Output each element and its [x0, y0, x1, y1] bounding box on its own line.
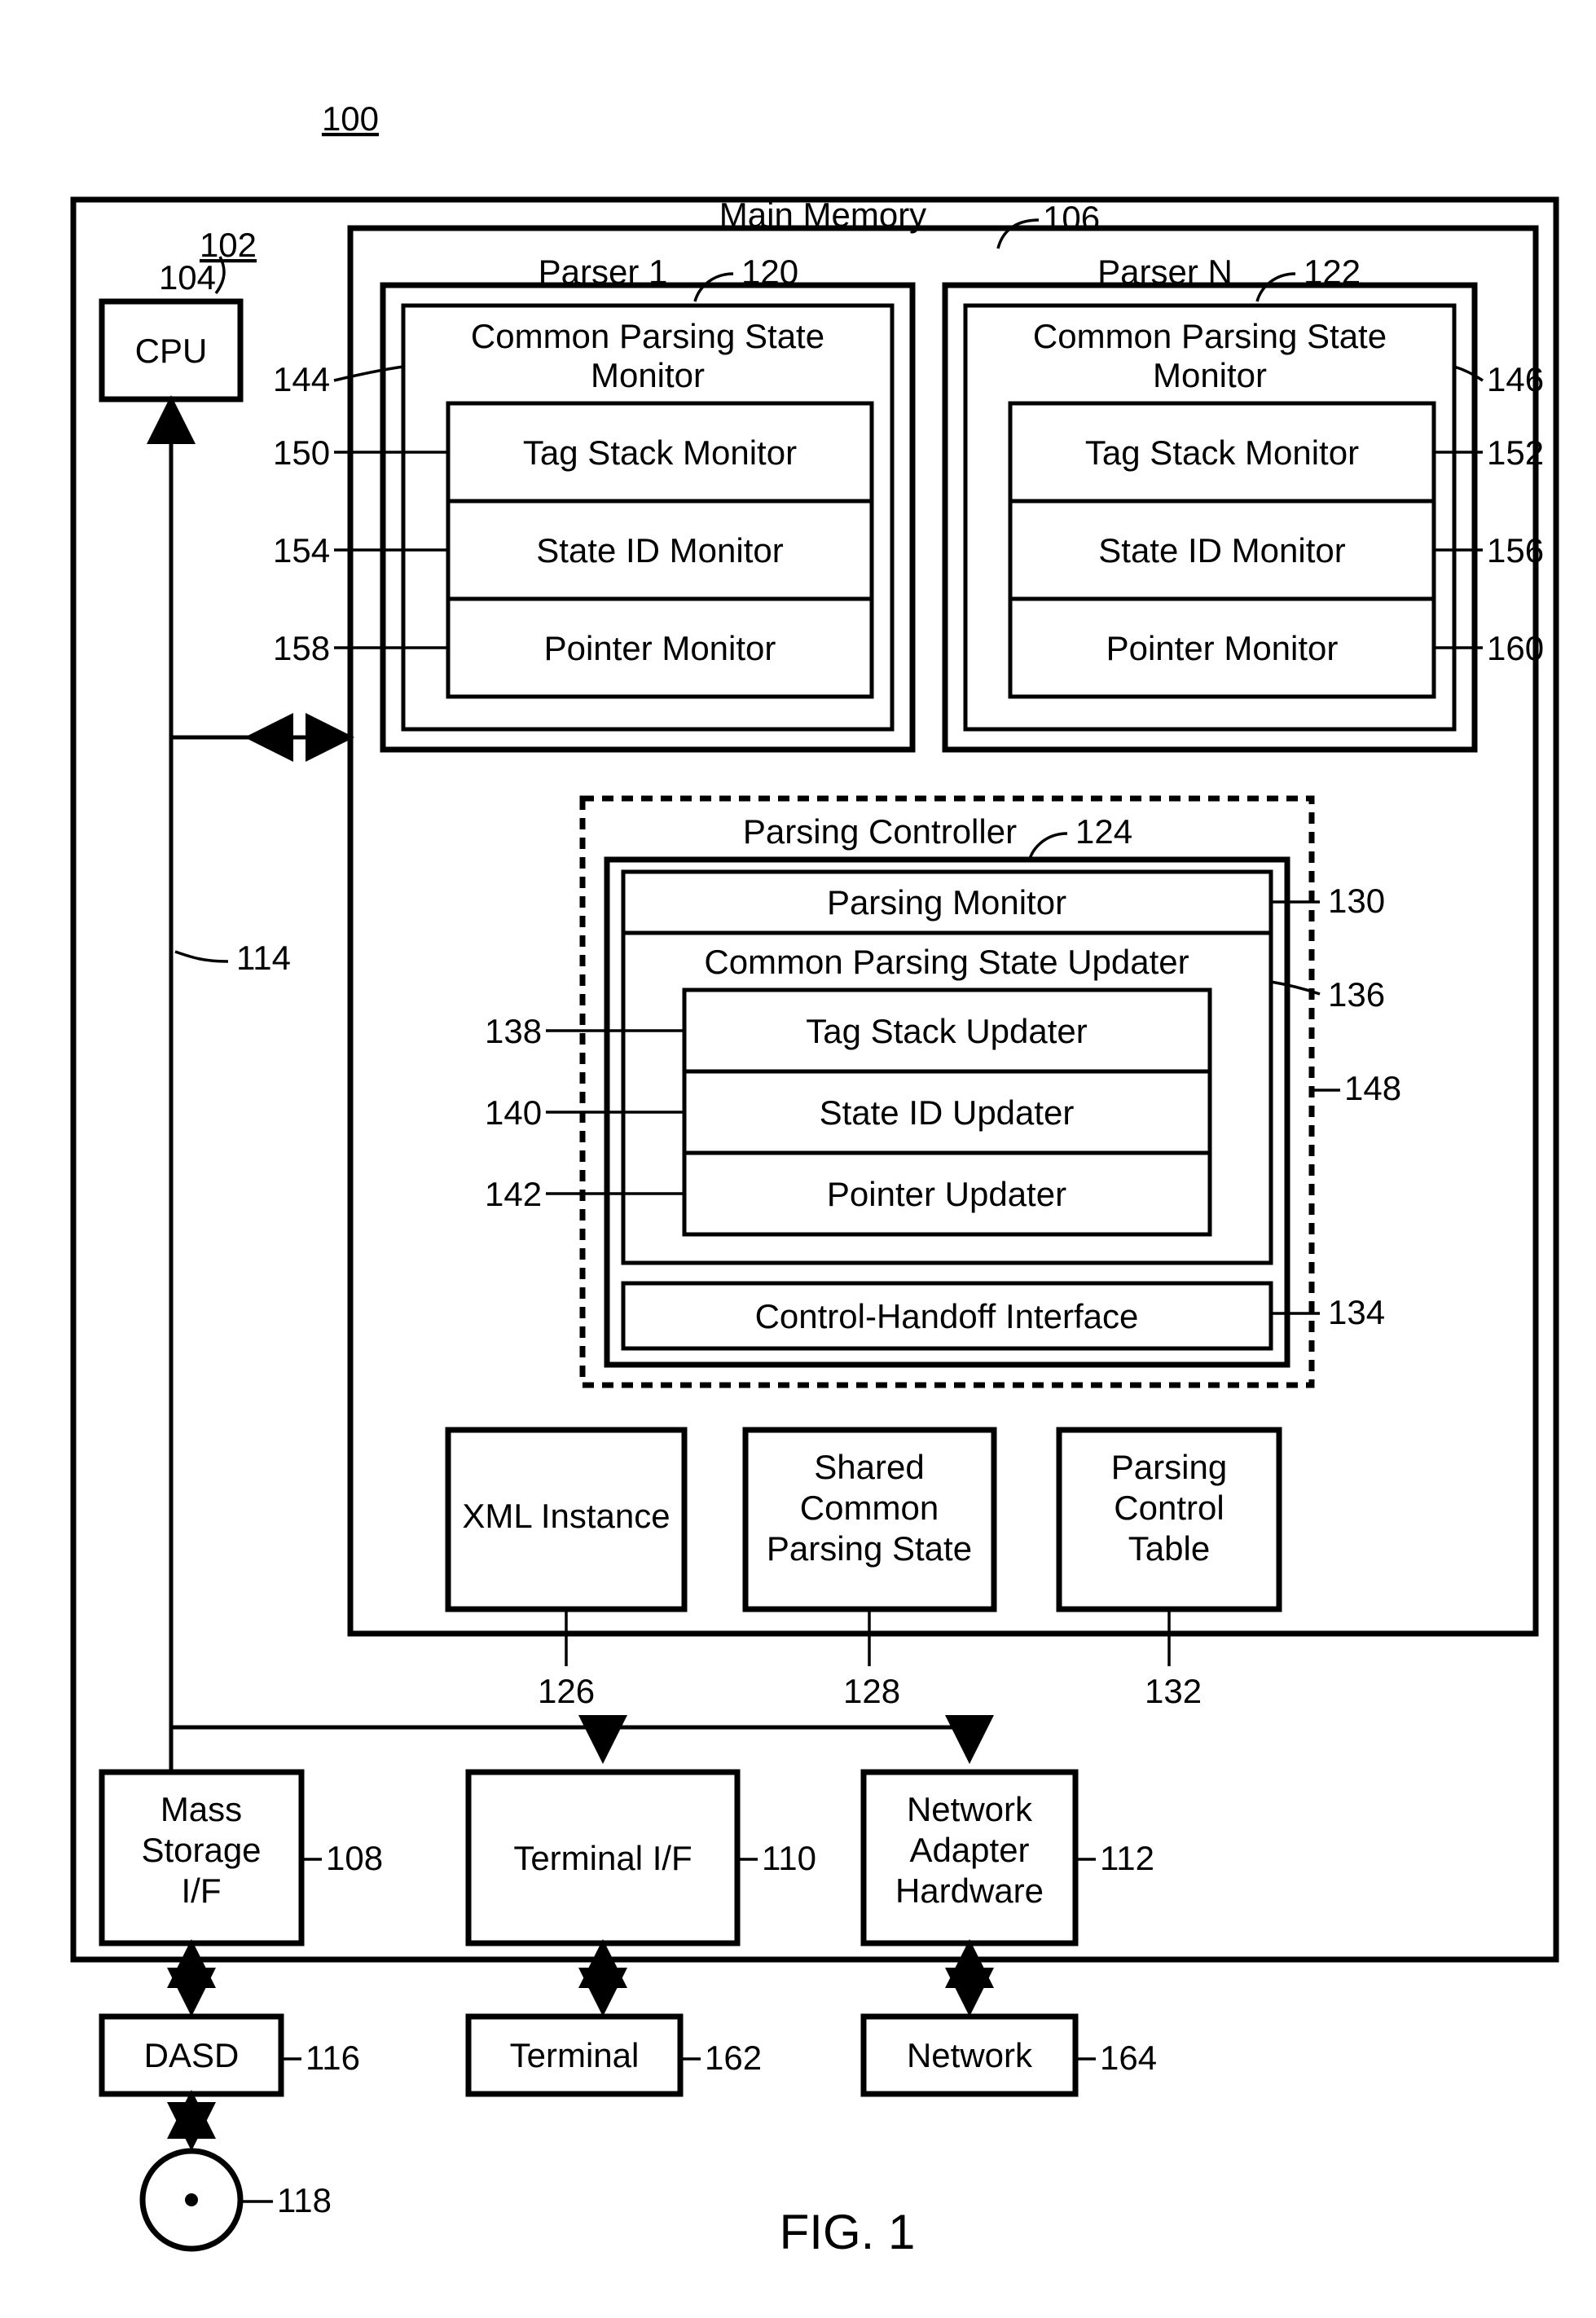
parser1-state-label: State ID Monitor [536, 531, 783, 570]
shared-l2: Common [800, 1489, 939, 1527]
chi-label: Control-Handoff Interface [755, 1297, 1139, 1335]
ptru-ref: 142 [485, 1175, 542, 1213]
terminal-label: Terminal [510, 2036, 640, 2074]
pct-ref: 132 [1145, 1672, 1202, 1710]
parser1-cps-l2: Monitor [591, 356, 705, 394]
mass-l3: I/F [182, 1872, 222, 1910]
p1-cps-ref: 144 [273, 360, 330, 398]
nah-l1: Network [907, 1790, 1033, 1828]
mass-l1: Mass [160, 1790, 242, 1828]
sysbus-ref: 114 [236, 939, 291, 977]
pN-cps-l1: Common Parsing State [1033, 317, 1387, 355]
parser1-tag-label: Tag Stack Monitor [523, 433, 797, 472]
system-ref: 100 [322, 99, 379, 138]
network-ref: 164 [1100, 2039, 1157, 2077]
parserN-ref: 122 [1304, 253, 1361, 291]
parser1-ref: 120 [741, 253, 798, 291]
pN-tag-ref: 152 [1487, 433, 1544, 472]
pm-label: Parsing Monitor [827, 883, 1066, 921]
pN-cps-ref: 146 [1487, 360, 1544, 398]
pN-ptr-ref: 160 [1487, 629, 1544, 667]
terminal-ref: 162 [705, 2039, 762, 2077]
main-memory-ref: 106 [1043, 199, 1100, 237]
xml-label: XML Instance [462, 1497, 670, 1535]
p1-tag-ref: 150 [273, 433, 330, 472]
tagu-label: Tag Stack Updater [806, 1012, 1088, 1050]
mass-ref: 108 [326, 1839, 383, 1877]
main-memory-label: Main Memory [719, 196, 926, 234]
pN-ptr-label: Pointer Monitor [1106, 629, 1339, 667]
cpsu-ref: 136 [1328, 975, 1385, 1014]
pN-state-ref: 156 [1487, 531, 1544, 570]
network-label: Network [907, 2036, 1033, 2074]
pm-ref: 130 [1328, 882, 1385, 920]
cpu-label: CPU [135, 332, 208, 370]
xml-ref: 126 [538, 1672, 595, 1710]
ctrl-ref: 124 [1075, 812, 1132, 851]
shared-l1: Shared [814, 1448, 924, 1486]
disk-ref: 118 [277, 2181, 332, 2219]
figure-title: FIG. 1 [780, 2205, 916, 2259]
parser1-ptr-label: Pointer Monitor [544, 629, 776, 667]
p1-ptr-ref: 158 [273, 629, 330, 667]
pN-cps-l2: Monitor [1153, 356, 1267, 394]
termif-ref: 110 [762, 1839, 816, 1877]
p1-state-ref: 154 [273, 531, 330, 570]
pN-state-label: State ID Monitor [1098, 531, 1345, 570]
pct-l3: Table [1128, 1529, 1210, 1568]
ptru-label: Pointer Updater [827, 1175, 1066, 1213]
cpsu-label: Common Parsing State Updater [704, 943, 1189, 981]
shared-l3: Parsing State [767, 1529, 972, 1568]
parser1-title: Parser 1 [539, 253, 668, 291]
nah-ref: 112 [1100, 1839, 1154, 1877]
pN-tag-label: Tag Stack Monitor [1085, 433, 1359, 472]
mass-l2: Storage [141, 1831, 261, 1869]
pct-l1: Parsing [1111, 1448, 1227, 1486]
ctrl-title: Parsing Controller [743, 812, 1017, 851]
termif-label: Terminal I/F [513, 1839, 692, 1877]
shared-ref: 128 [843, 1672, 900, 1710]
parser1-cps-l1: Common Parsing State [471, 317, 824, 355]
pct-l2: Control [1114, 1489, 1224, 1527]
parserN-title: Parser N [1097, 253, 1233, 291]
dasd-ref: 116 [306, 2039, 360, 2077]
architecture-diagram: 100 102 CPU 104 114 Main Memory 106 Pars… [16, 16, 1596, 2302]
chi-ref: 134 [1328, 1293, 1385, 1331]
nah-l3: Hardware [895, 1872, 1044, 1910]
tagu-ref: 138 [485, 1012, 542, 1050]
stateu-ref: 140 [485, 1093, 542, 1132]
stateu-label: State ID Updater [820, 1093, 1075, 1132]
nah-l2: Adapter [909, 1831, 1029, 1869]
dasd-label: DASD [144, 2036, 240, 2074]
ctrl-outer-ref: 148 [1344, 1069, 1401, 1107]
cpu-ref: 104 [159, 258, 216, 297]
